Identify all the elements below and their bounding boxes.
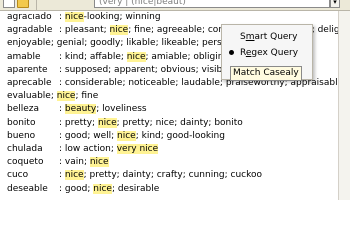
result-row[interactable]: bueno : good; well; nice; kind; good-look… <box>0 130 338 143</box>
match-highlight: nice <box>56 91 76 102</box>
result-row[interactable]: belleza : beauty; loveliness <box>0 103 338 116</box>
result-definition: : low action; very nice <box>59 144 159 154</box>
result-term: bonito <box>7 117 36 128</box>
result-term: deseable <box>7 183 48 194</box>
result-definition: evaluable; nice; fine <box>7 91 99 102</box>
result-row[interactable]: bonito : pretty; nice; pretty; nice; dain… <box>0 117 338 130</box>
match-highlight: nice <box>93 183 112 194</box>
result-definition: enjoyable; genial; goodly; likable; like… <box>7 38 245 49</box>
result-term: aprecable <box>7 78 52 88</box>
result-row[interactable]: agracıado : nice-looking; winning <box>0 11 338 24</box>
result-definition: : nice-looking; winning <box>59 12 161 22</box>
match-highlight: nice <box>64 12 84 22</box>
result-term: coqueto <box>7 157 44 168</box>
match-highlight: nice <box>126 51 146 62</box>
result-term: agradable <box>7 25 53 36</box>
toolbar-separator <box>36 0 37 10</box>
match-highlight: nice <box>97 117 117 128</box>
result-row[interactable]: coqueto : vain; nice <box>0 156 338 169</box>
menu-item-label: Smart Query <box>240 32 298 42</box>
match-case-tooltip: Match Casealy <box>230 66 302 81</box>
result-term: amable <box>7 51 41 62</box>
result-term: cuco <box>7 170 29 181</box>
result-definition: : good; nice; desirable <box>59 183 160 194</box>
result-term: belleza <box>7 104 40 115</box>
result-term: chulada <box>7 144 43 154</box>
match-highlight: nice <box>89 157 109 168</box>
match-highlight: beauty <box>64 104 97 115</box>
vertical-scrollbar[interactable] <box>338 11 350 200</box>
result-row[interactable]: chulada : low action; very nice <box>0 143 338 156</box>
query-input[interactable]: (very | (nice|beaut) <box>94 0 330 8</box>
match-highlight: nice <box>109 25 129 36</box>
result-row[interactable]: evaluable; nice; fine <box>0 90 338 103</box>
result-row[interactable]: deseable : good; nice; desirable <box>0 183 338 196</box>
menu-item-smart-query[interactable]: Smart Query <box>222 29 312 45</box>
menu-item-regex-query[interactable]: Regex Query <box>222 45 312 61</box>
result-term: agracıado <box>7 12 52 22</box>
result-definition: : pretty; nice; pretty; nice; dainty; bo… <box>59 117 243 128</box>
result-definition: : supposed; apparent; obvious; visible <box>59 64 231 75</box>
toolbar: (very | (nice|beaut) ▾ <box>0 0 350 11</box>
menu-item-label: Regex Query <box>240 48 299 58</box>
query-dropdown-button[interactable]: ▾ <box>330 0 340 8</box>
result-definition: : nice; pretty; dainty; crafty; cunning;… <box>59 170 263 181</box>
result-definition: : pleasant; nice; fine; agreeable; conc <box>59 25 229 36</box>
match-highlight: very nice <box>116 144 159 154</box>
match-highlight: nice <box>117 130 136 141</box>
result-definition: : good; well; nice; kind; good-looking <box>59 130 225 141</box>
result-definition: : vain; nice <box>59 157 109 168</box>
result-row[interactable]: cuco : nice; pretty; dainty; crafty; cunn… <box>0 169 338 182</box>
result-term: aparente <box>7 64 48 75</box>
new-document-icon[interactable] <box>3 0 15 8</box>
radio-selected-icon <box>229 50 234 55</box>
chevron-down-icon: ▾ <box>333 0 337 6</box>
result-term: bueno <box>7 130 36 141</box>
match-highlight: nice <box>64 170 84 181</box>
open-folder-icon[interactable] <box>17 0 29 8</box>
result-definition: : beauty; loveliness <box>59 104 147 115</box>
